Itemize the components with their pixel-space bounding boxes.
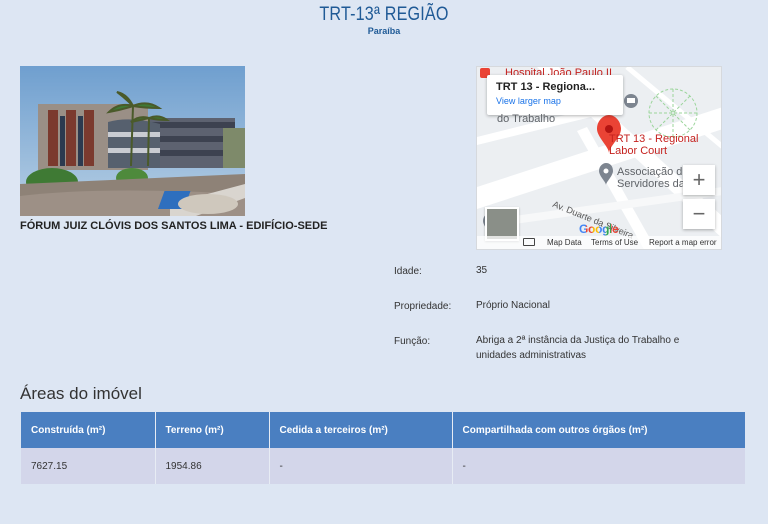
building-caption: FÓRUM JUIZ CLÓVIS DOS SANTOS LIMA - EDIF… bbox=[20, 220, 328, 232]
cell-cedida: - bbox=[269, 448, 453, 484]
funcao-value: Abriga a 2ª instância da Justiça do Trab… bbox=[476, 335, 680, 361]
map-label-assoc-2: Servidores da bbox=[617, 178, 685, 190]
view-larger-map-link[interactable]: View larger map bbox=[496, 96, 614, 106]
map-card-title: TRT 13 - Regiona... bbox=[496, 81, 596, 93]
header-construida: Construída (m²) bbox=[21, 412, 156, 448]
idade-label: Idade: bbox=[394, 266, 422, 277]
cell-compartilhada: - bbox=[452, 448, 745, 484]
map-label-trt-2: Labor Court bbox=[609, 145, 668, 157]
header-cedida: Cedida a terceiros (m²) bbox=[269, 412, 453, 448]
header-terreno: Terreno (m²) bbox=[155, 412, 270, 448]
areas-section-title: Áreas do imóvel bbox=[20, 384, 142, 403]
table-row: 7627.15 1954.86 - - bbox=[21, 448, 745, 484]
google-logo-text: Google bbox=[579, 222, 619, 236]
map-label-partial: do Trabalho bbox=[497, 113, 556, 125]
map-embed[interactable]: Hospital João Paulo II TRT 13 - Regiona.… bbox=[476, 66, 722, 250]
idade-value: 35 bbox=[476, 265, 488, 276]
cell-construida: 7627.15 bbox=[21, 448, 156, 484]
logo-title: TRT-13ª REGIÃO bbox=[319, 4, 449, 25]
header-compartilhada: Compartilhada com outros órgãos (m²) bbox=[452, 412, 745, 448]
map-zoom-out-button[interactable]: − bbox=[683, 199, 715, 229]
logo-subtitle: Paraíba bbox=[367, 26, 401, 36]
map-label-trt-1: TRT 13 - Regional bbox=[609, 133, 699, 145]
funcao-label: Função: bbox=[394, 336, 431, 347]
google-logo: Google bbox=[579, 222, 619, 236]
propriedade-label: Propriedade: bbox=[394, 301, 452, 312]
map-info-card: TRT 13 - Regiona... View larger map bbox=[487, 75, 623, 115]
keyboard-shortcuts-icon[interactable] bbox=[523, 238, 535, 246]
map-label-assoc-1: Associação d bbox=[617, 166, 683, 178]
terms-of-use-link[interactable]: Terms of Use bbox=[591, 238, 638, 247]
report-map-error-link[interactable]: Report a map error bbox=[649, 238, 717, 247]
site-logo[interactable]: TRT-13ª REGIÃO Paraíba bbox=[0, 4, 768, 36]
map-attribution-bar: Map Data Terms of Use Report a map error bbox=[477, 236, 721, 249]
map-data-label: Map Data bbox=[547, 238, 582, 247]
map-zoom-in-button[interactable]: + bbox=[683, 165, 715, 195]
building-photo bbox=[20, 66, 245, 216]
areas-table: Construída (m²) Terreno (m²) Cedida a te… bbox=[21, 412, 745, 484]
cell-terreno: 1954.86 bbox=[155, 448, 270, 484]
propriedade-value: Próprio Nacional bbox=[476, 300, 550, 311]
table-header-row: Construída (m²) Terreno (m²) Cedida a te… bbox=[21, 412, 745, 448]
